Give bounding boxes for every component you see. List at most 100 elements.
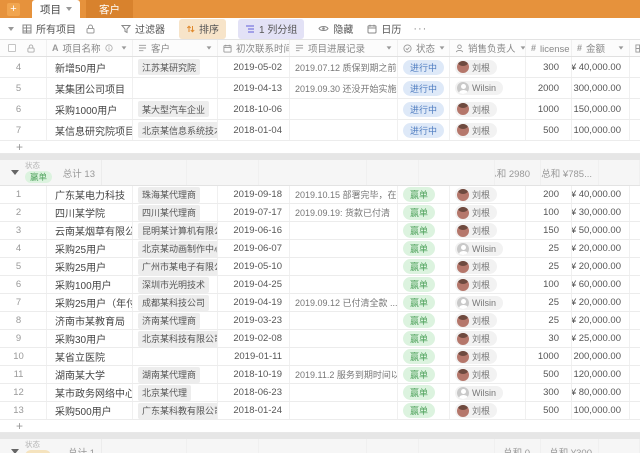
progress-record-cell[interactable] xyxy=(290,120,398,140)
amount-cell[interactable]: ¥ 200,000.00 xyxy=(572,348,630,365)
column-header-name[interactable]: A 项目名称 xyxy=(47,40,133,56)
row-number-cell[interactable]: 4 xyxy=(0,57,47,77)
status-cell[interactable]: 赢单 xyxy=(398,294,450,311)
customer-cell[interactable] xyxy=(133,348,218,365)
row-number-cell[interactable]: 5 xyxy=(0,78,47,98)
first-contact-date-cell[interactable]: 2019-03-23 xyxy=(218,312,290,329)
amount-cell[interactable]: ¥ 150,000.00 xyxy=(572,99,630,119)
column-header-amount[interactable]: # 金额 xyxy=(572,40,630,56)
progress-record-cell[interactable]: 2019.09.12 已付清全款 ... xyxy=(290,294,398,311)
chevron-down-icon[interactable] xyxy=(206,46,212,50)
extra-cell[interactable] xyxy=(630,258,640,275)
extra-cell[interactable] xyxy=(630,294,640,311)
amount-cell[interactable]: ¥ 20,000.00 xyxy=(572,312,630,329)
status-cell[interactable]: 赢单 xyxy=(398,330,450,347)
progress-record-cell[interactable]: 2019.07.12 质保到期之前，... xyxy=(290,57,398,77)
first-contact-date-cell[interactable]: 2019-04-13 xyxy=(218,78,290,98)
lock-icon[interactable] xyxy=(86,24,95,34)
amount-cell[interactable]: ¥ 25,000.00 xyxy=(572,330,630,347)
license-count-cell[interactable]: 1000 xyxy=(526,99,572,119)
amount-cell[interactable]: ¥ 120,000.00 xyxy=(572,366,630,383)
extra-cell[interactable] xyxy=(630,120,640,140)
sales-owner-cell[interactable]: 刘根 xyxy=(450,348,526,365)
row-number-cell[interactable]: 3 xyxy=(0,222,47,239)
customer-cell[interactable]: 济南某代理商 xyxy=(133,312,218,329)
project-name-cell[interactable]: 湖南某大学 xyxy=(47,366,133,383)
customer-cell[interactable]: 北京某动画制作中心 xyxy=(133,240,218,257)
chevron-down-icon[interactable] xyxy=(439,46,445,50)
row-number-cell[interactable]: 9 xyxy=(0,330,47,347)
chevron-down-icon[interactable] xyxy=(618,46,624,50)
status-cell[interactable]: 赢单 xyxy=(398,402,450,419)
column-header-status[interactable]: 状态 xyxy=(398,40,450,56)
license-count-cell[interactable]: 25 xyxy=(526,312,572,329)
customer-cell[interactable]: 江苏某研究院 xyxy=(133,57,218,77)
sales-owner-cell[interactable]: Wilsin xyxy=(450,240,526,257)
sales-owner-cell[interactable]: 刘根 xyxy=(450,57,526,77)
first-contact-date-cell[interactable]: 2019-02-08 xyxy=(218,330,290,347)
customer-cell[interactable]: 某大型汽车企业 xyxy=(133,99,218,119)
extra-cell[interactable] xyxy=(630,276,640,293)
first-contact-date-cell[interactable]: 2018-01-04 xyxy=(218,120,290,140)
progress-record-cell[interactable] xyxy=(290,276,398,293)
license-count-cell[interactable]: 25 xyxy=(526,240,572,257)
first-contact-date-cell[interactable]: 2019-04-25 xyxy=(218,276,290,293)
license-count-cell[interactable]: 100 xyxy=(526,204,572,221)
project-name-cell[interactable]: 某集团公司项目 xyxy=(47,78,133,98)
license-count-cell[interactable]: 500 xyxy=(526,366,572,383)
project-name-cell[interactable]: 采购1000用户 xyxy=(47,99,133,119)
customer-cell[interactable]: 湖南某代理商 xyxy=(133,366,218,383)
row-number-cell[interactable]: 7 xyxy=(0,120,47,140)
progress-record-cell[interactable] xyxy=(290,222,398,239)
amount-cell[interactable]: ¥ 40,000.00 xyxy=(572,186,630,203)
status-cell[interactable]: 赢单 xyxy=(398,384,450,401)
progress-record-cell[interactable]: 2019.10.15 部署完毕，在测... xyxy=(290,186,398,203)
view-list-chevron-icon[interactable] xyxy=(8,26,14,31)
extra-cell[interactable] xyxy=(630,78,640,98)
column-header-license[interactable]: # license 数 xyxy=(526,40,572,56)
extra-cell[interactable] xyxy=(630,330,640,347)
extra-cell[interactable] xyxy=(630,204,640,221)
license-count-cell[interactable]: 500 xyxy=(526,120,572,140)
status-cell[interactable]: 赢单 xyxy=(398,222,450,239)
project-name-cell[interactable]: 某信息研究院项目 xyxy=(47,120,133,140)
license-count-cell[interactable]: 30 xyxy=(526,330,572,347)
project-name-cell[interactable]: 广东某电力科技 xyxy=(47,186,133,203)
chevron-down-icon[interactable] xyxy=(66,7,72,11)
project-name-cell[interactable]: 采购25用户 xyxy=(47,240,133,257)
first-contact-date-cell[interactable]: 2019-07-17 xyxy=(218,204,290,221)
header-select-cell[interactable] xyxy=(0,40,47,56)
column-header-progress[interactable]: 项目进展记录 xyxy=(290,40,398,56)
extra-cell[interactable] xyxy=(630,240,640,257)
hide-fields-button[interactable]: 隐藏 xyxy=(318,21,353,36)
row-number-cell[interactable]: 6 xyxy=(0,99,47,119)
status-cell[interactable]: 赢单 xyxy=(398,186,450,203)
add-row[interactable]: + xyxy=(0,420,640,433)
sales-owner-cell[interactable]: 刘根 xyxy=(450,276,526,293)
first-contact-date-cell[interactable]: 2019-04-19 xyxy=(218,294,290,311)
amount-cell[interactable]: ¥ 20,000.00 xyxy=(572,240,630,257)
project-name-cell[interactable]: 采购30用户 xyxy=(47,330,133,347)
license-count-cell[interactable]: 200 xyxy=(526,186,572,203)
sales-owner-cell[interactable]: 刘根 xyxy=(450,312,526,329)
project-name-cell[interactable]: 某省立医院 xyxy=(47,348,133,365)
customer-cell[interactable]: 广州市某电子有限公司 xyxy=(133,258,218,275)
more-options-button[interactable]: ··· xyxy=(413,23,427,35)
project-name-cell[interactable]: 采购500用户 xyxy=(47,402,133,419)
progress-record-cell[interactable]: 2019.11.2 服务到期时间以... xyxy=(290,366,398,383)
row-number-cell[interactable]: 13 xyxy=(0,402,47,419)
license-count-cell[interactable]: 100 xyxy=(526,276,572,293)
extra-cell[interactable] xyxy=(630,366,640,383)
customer-cell[interactable]: 昆明某计算机有限公司 xyxy=(133,222,218,239)
row-number-cell[interactable]: 10 xyxy=(0,348,47,365)
sales-owner-cell[interactable]: 刘根 xyxy=(450,258,526,275)
status-cell[interactable]: 进行中 xyxy=(398,78,450,98)
project-name-cell[interactable]: 四川某学院 xyxy=(47,204,133,221)
sales-owner-cell[interactable]: 刘根 xyxy=(450,330,526,347)
tab-project[interactable]: 项目 xyxy=(32,0,80,18)
first-contact-date-cell[interactable]: 2019-09-18 xyxy=(218,186,290,203)
first-contact-date-cell[interactable]: 2019-01-11 xyxy=(218,348,290,365)
customer-cell[interactable]: 深圳市光明技术 xyxy=(133,276,218,293)
customer-cell[interactable]: 北京某代理 xyxy=(133,384,218,401)
sales-owner-cell[interactable]: 刘根 xyxy=(450,204,526,221)
